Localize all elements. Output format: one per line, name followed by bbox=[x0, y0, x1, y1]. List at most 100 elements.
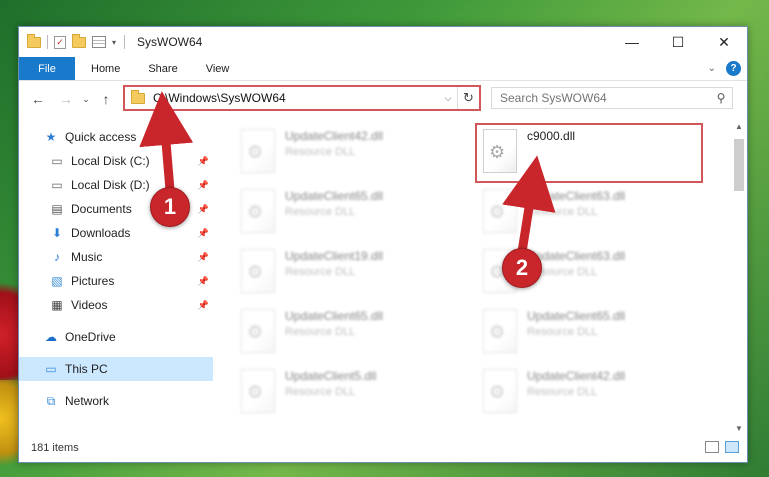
dll-file-icon bbox=[483, 369, 517, 413]
dll-file-icon bbox=[241, 129, 275, 173]
close-button[interactable]: ✕ bbox=[701, 27, 747, 57]
toolbar-separator bbox=[47, 35, 48, 49]
dll-file-icon bbox=[241, 309, 275, 353]
file-name: UpdateClient42.dll bbox=[527, 369, 626, 383]
file-type: Resource DLL bbox=[527, 206, 598, 218]
file-type: Resource DLL bbox=[285, 386, 356, 398]
dll-file-icon bbox=[483, 189, 517, 233]
properties-icon[interactable] bbox=[92, 36, 106, 48]
pin-icon[interactable]: 📌 bbox=[198, 300, 209, 311]
pin-icon[interactable]: 📌 bbox=[198, 180, 209, 191]
cloud-icon: ☁ bbox=[45, 330, 57, 344]
back-button[interactable]: ← bbox=[27, 91, 49, 107]
properties-check-icon[interactable]: ✓ bbox=[54, 35, 66, 49]
address-path[interactable]: C:\Windows\SysWOW64 bbox=[153, 91, 439, 105]
pin-icon[interactable]: 📌 bbox=[198, 252, 209, 263]
file-name: UpdateClient65.dll bbox=[285, 189, 384, 203]
customize-toolbar-icon[interactable]: ▾ bbox=[112, 38, 116, 47]
item-count: 181 items bbox=[31, 442, 79, 454]
downloads-icon: ⬇ bbox=[51, 226, 63, 240]
file-type: Resource DLL bbox=[285, 326, 356, 338]
file-name: UpdateClient65.dll bbox=[527, 309, 626, 323]
sidebar-item-label: Network bbox=[65, 394, 110, 408]
file-name: UpdateClient63.dll bbox=[527, 249, 626, 263]
search-box[interactable]: ⚲ bbox=[491, 87, 733, 109]
file-item[interactable]: UpdateClient65.dll Resource DLL bbox=[235, 305, 465, 361]
file-item[interactable]: UpdateClient65.dll Resource DLL bbox=[235, 185, 465, 241]
pin-icon[interactable]: 📌 bbox=[198, 228, 209, 239]
sidebar-item-this-pc[interactable]: ▭ This PC bbox=[19, 357, 213, 381]
file-name: UpdateClient19.dll bbox=[285, 249, 384, 263]
expand-ribbon-icon[interactable]: ⌄ bbox=[708, 63, 716, 74]
sidebar-item-videos[interactable]: ▦ Videos 📌 bbox=[19, 293, 213, 317]
navigation-pane: ★ Quick access ▭ Local Disk (C:) 📌 ▭ Loc… bbox=[19, 125, 213, 435]
pin-icon[interactable]: 📌 bbox=[198, 204, 209, 215]
annotation-highlight-box bbox=[475, 123, 703, 183]
vertical-scrollbar[interactable]: ▲ ▼ bbox=[731, 119, 747, 437]
sidebar-item-music[interactable]: ♪ Music 📌 bbox=[19, 245, 213, 269]
large-icons-view-icon[interactable] bbox=[725, 441, 739, 453]
file-item[interactable]: UpdateClient19.dll Resource DLL bbox=[235, 245, 465, 301]
sidebar-item-quick-access[interactable]: ★ Quick access bbox=[19, 125, 213, 149]
file-list: UpdateClient42.dll Resource DLL c9000.dl… bbox=[215, 117, 731, 435]
file-type: Resource DLL bbox=[285, 206, 356, 218]
sidebar-item-label: Downloads bbox=[71, 226, 131, 240]
file-item[interactable]: UpdateClient42.dll Resource DLL bbox=[477, 365, 707, 421]
tab-share[interactable]: Share bbox=[134, 57, 191, 80]
refresh-icon[interactable]: ↻ bbox=[457, 87, 479, 109]
sidebar-item-label: Music bbox=[71, 250, 103, 264]
scroll-thumb[interactable] bbox=[734, 139, 744, 191]
tab-file[interactable]: File bbox=[19, 57, 75, 80]
navigation-bar: ← → ⌄ ↑ C:\Windows\SysWOW64 ⌵ ↻ ⚲ bbox=[19, 85, 747, 113]
file-name: UpdateClient5.dll bbox=[285, 369, 377, 383]
address-bar[interactable]: C:\Windows\SysWOW64 ⌵ ↻ bbox=[123, 85, 481, 111]
sidebar-item-downloads[interactable]: ⬇ Downloads 📌 bbox=[19, 221, 213, 245]
sidebar-item-label: This PC bbox=[65, 362, 108, 376]
sidebar-item-label: OneDrive bbox=[65, 330, 116, 344]
recent-locations-button[interactable]: ⌄ bbox=[79, 94, 93, 105]
minimize-button[interactable]: — bbox=[609, 27, 655, 57]
dll-file-icon bbox=[241, 369, 275, 413]
forward-button[interactable]: → bbox=[55, 91, 77, 107]
new-folder-icon[interactable] bbox=[72, 33, 86, 48]
window-controls: — ☐ ✕ bbox=[609, 27, 747, 57]
file-name: UpdateClient65.dll bbox=[285, 309, 384, 323]
address-dropdown-icon[interactable]: ⌵ bbox=[439, 93, 457, 104]
file-item[interactable]: UpdateClient5.dll Resource DLL bbox=[235, 365, 465, 421]
maximize-button[interactable]: ☐ bbox=[655, 27, 701, 57]
scroll-up-icon[interactable]: ▲ bbox=[731, 119, 747, 135]
file-type: Resource DLL bbox=[285, 266, 356, 278]
file-item[interactable]: UpdateClient42.dll Resource DLL bbox=[235, 125, 465, 181]
step-marker-1: 1 bbox=[150, 187, 190, 227]
search-icon[interactable]: ⚲ bbox=[710, 91, 732, 105]
sidebar-item-label: Videos bbox=[71, 298, 108, 312]
window-title: SysWOW64 bbox=[137, 35, 203, 49]
dll-file-icon bbox=[483, 309, 517, 353]
sidebar-item-onedrive[interactable]: ☁ OneDrive bbox=[19, 325, 213, 349]
search-input[interactable] bbox=[500, 91, 710, 105]
pictures-icon: ▧ bbox=[51, 274, 63, 288]
sidebar-item-network[interactable]: ⧉ Network bbox=[19, 389, 213, 413]
star-icon: ★ bbox=[45, 130, 57, 144]
pin-icon[interactable]: 📌 bbox=[198, 276, 209, 287]
music-icon: ♪ bbox=[54, 250, 60, 264]
up-button[interactable]: ↑ bbox=[95, 91, 117, 107]
details-view-icon[interactable] bbox=[705, 441, 719, 453]
file-item[interactable]: UpdateClient63.dll Resource DLL bbox=[477, 185, 707, 241]
tab-view[interactable]: View bbox=[192, 57, 244, 80]
file-type: Resource DLL bbox=[285, 146, 356, 158]
address-folder-icon bbox=[131, 89, 145, 104]
help-icon[interactable]: ? bbox=[726, 61, 741, 76]
sidebar-item-local-disk-c[interactable]: ▭ Local Disk (C:) 📌 bbox=[19, 149, 213, 173]
sidebar-item-label: Local Disk (C:) bbox=[71, 154, 150, 168]
dll-file-icon bbox=[241, 249, 275, 293]
view-toggle bbox=[705, 441, 739, 453]
sidebar-item-label: Local Disk (D:) bbox=[71, 178, 150, 192]
sidebar-item-pictures[interactable]: ▧ Pictures 📌 bbox=[19, 269, 213, 293]
pin-icon[interactable]: 📌 bbox=[198, 156, 209, 167]
tab-home[interactable]: Home bbox=[75, 57, 134, 80]
file-item[interactable]: UpdateClient65.dll Resource DLL bbox=[477, 305, 707, 361]
